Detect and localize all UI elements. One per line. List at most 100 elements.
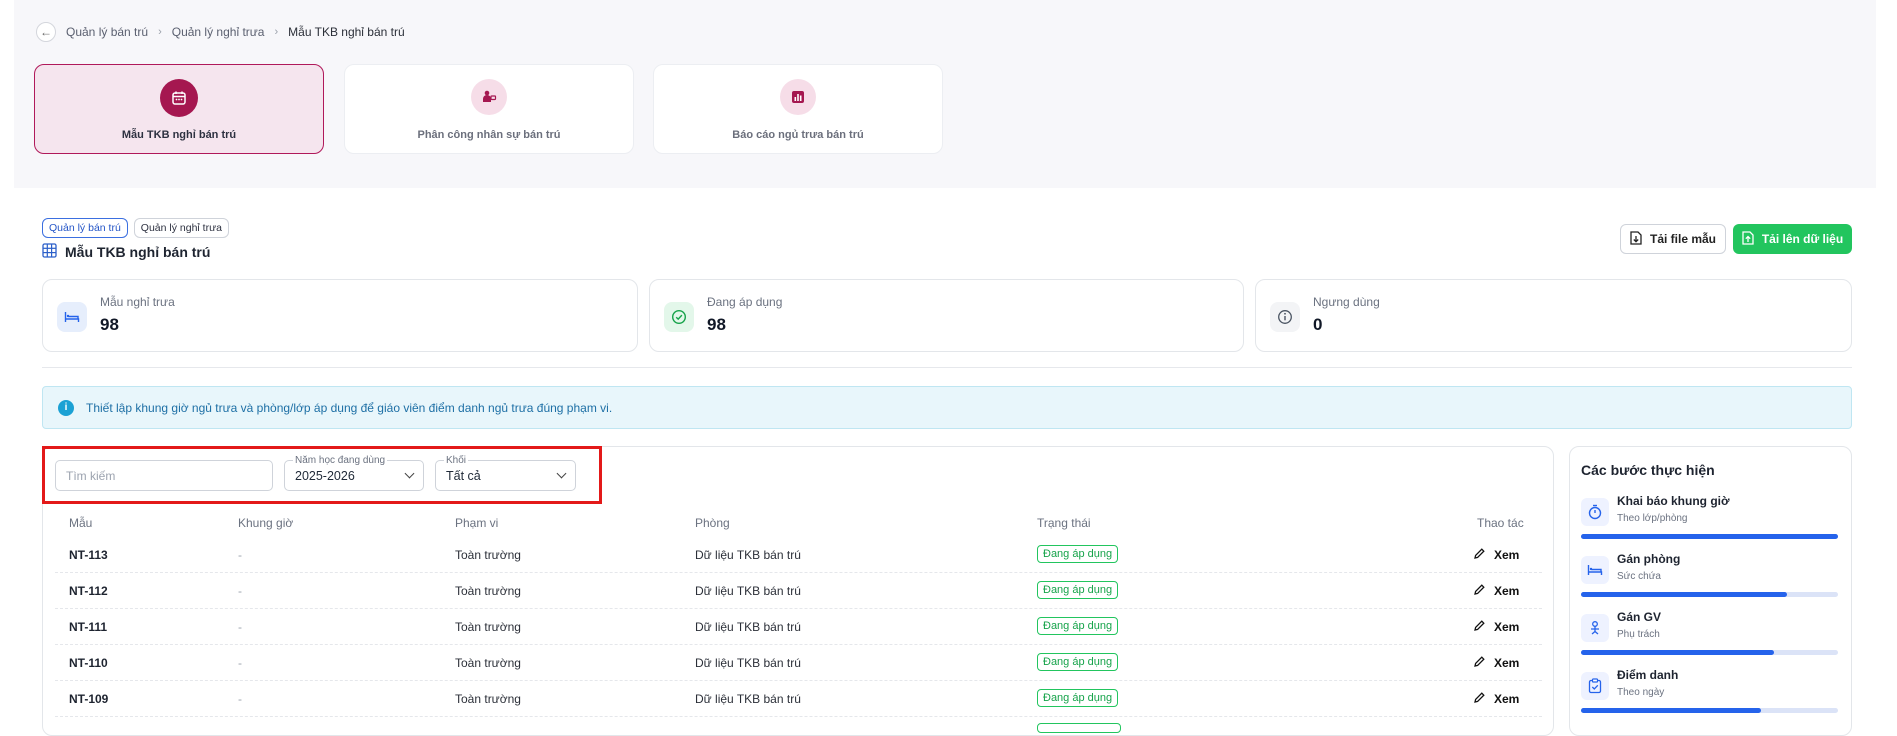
status-badge: Đang áp dụng [1037, 581, 1119, 599]
stat-card-templates: Mẫu nghỉ trưa 98 [42, 279, 638, 352]
stat-value: 98 [707, 315, 726, 334]
pencil-icon [1473, 691, 1486, 707]
row-room: Dữ liệu TKB bán trú [695, 656, 801, 670]
column-header-template[interactable]: Mẫu [69, 516, 92, 530]
row-time: - [238, 548, 242, 562]
bed-icon [57, 302, 87, 332]
view-button[interactable]: Xem [1473, 547, 1519, 563]
steps-title: Các bước thực hiện [1581, 462, 1715, 478]
school-year-select[interactable]: Năm học đang dùng 2025-2026 [284, 455, 424, 491]
pencil-icon [1473, 655, 1486, 671]
teacher-icon [1581, 614, 1609, 642]
row-room: Dữ liệu TKB bán trú [695, 548, 801, 562]
status-badge: Đang áp dụng [1037, 653, 1119, 671]
step-progress [1581, 650, 1838, 655]
step-sub: Theo lớp/phòng [1617, 513, 1688, 524]
row-code: NT-110 [69, 656, 108, 670]
table-row[interactable]: NT-111 - Toàn trường Dữ liệu TKB bán trú… [55, 609, 1542, 645]
upload-data-button[interactable]: Tải lên dữ liệu [1733, 224, 1852, 254]
row-time: - [238, 620, 242, 634]
row-room: Dữ liệu TKB bán trú [695, 692, 801, 706]
view-button[interactable]: Xem [1473, 655, 1519, 671]
column-header-room[interactable]: Phòng [695, 516, 730, 530]
info-icon: i [58, 399, 74, 416]
row-scope: Toàn trường [455, 692, 521, 706]
school-year-label: Năm học đang dùng [293, 455, 388, 466]
table-row[interactable]: NT-109 - Toàn trường Dữ liệu TKB bán trú… [55, 681, 1542, 717]
status-badge: Đang áp dụng [1037, 617, 1119, 635]
nav-card-label: Phân công nhân sự bán trú [417, 129, 561, 141]
step-name: Điểm danh [1617, 668, 1679, 682]
file-upload-icon [1742, 230, 1754, 248]
pencil-icon [1473, 547, 1486, 563]
column-header-time[interactable]: Khung giờ [238, 516, 293, 530]
breadcrumb-item[interactable]: Quản lý nghỉ trưa [172, 25, 265, 39]
view-button[interactable]: Xem [1473, 583, 1519, 599]
chevron-right-icon: › [274, 26, 279, 38]
back-arrow-icon[interactable]: ← [36, 22, 56, 42]
table-row[interactable]: NT-113 - Toàn trường Dữ liệu TKB bán trú… [55, 537, 1542, 573]
view-label: Xem [1494, 584, 1520, 598]
row-time: - [238, 656, 242, 670]
stat-label: Mẫu nghỉ trưa [100, 295, 175, 309]
row-scope: Toàn trường [455, 656, 521, 670]
upload-data-label: Tải lên dữ liệu [1761, 232, 1844, 246]
table-grid-icon [42, 243, 57, 261]
step-item: Khai báo khung giờ Theo lớp/phòng [1581, 492, 1838, 550]
grade-select[interactable]: Khối Tất cả [435, 455, 576, 491]
table-row[interactable]: NT-110 - Toàn trường Dữ liệu TKB bán trú… [55, 645, 1542, 681]
search-input[interactable] [55, 460, 273, 491]
stat-value: 0 [1313, 315, 1323, 334]
column-header-status[interactable]: Trạng thái [1037, 516, 1091, 530]
row-code: NT-109 [69, 692, 109, 706]
view-button[interactable]: Xem [1473, 691, 1519, 707]
step-item: Điểm danh Theo ngày [1581, 666, 1838, 724]
bed-icon [1581, 556, 1609, 584]
chevron-down-icon [404, 468, 415, 479]
calendar-icon [160, 79, 198, 117]
step-progress [1581, 534, 1838, 539]
chevron-right-icon: › [158, 26, 162, 38]
nav-card-staff[interactable]: Phân công nhân sự bán trú [344, 64, 634, 154]
status-badge-partial [1037, 723, 1121, 733]
breadcrumb-item-current: Mẫu TKB nghỉ bán trú [288, 25, 405, 39]
step-item: Gán GV Phụ trách [1581, 608, 1838, 666]
row-time: - [238, 584, 242, 598]
stat-label: Đang áp dụng [707, 295, 783, 309]
chip-module[interactable]: Quản lý bán trú [42, 218, 128, 238]
divider [42, 367, 1852, 368]
breadcrumb: ← Quản lý bán trú › Quản lý nghỉ trưa › … [36, 22, 405, 42]
step-sub: Theo ngày [1617, 687, 1665, 698]
view-label: Xem [1494, 620, 1520, 634]
status-badge: Đang áp dụng [1037, 689, 1119, 707]
stat-value: 98 [100, 315, 119, 334]
grade-value: Tất cả [446, 468, 481, 483]
column-header-scope[interactable]: Phạm vi [455, 516, 498, 530]
step-name: Gán GV [1617, 610, 1662, 624]
stat-card-active: Đang áp dụng 98 [649, 279, 1244, 352]
nav-card-report[interactable]: Báo cáo ngủ trưa bán trú [653, 64, 943, 154]
breadcrumb-item[interactable]: Quản lý bán trú [66, 25, 148, 39]
pencil-icon [1473, 583, 1486, 599]
info-circle-icon [1270, 302, 1300, 332]
view-button[interactable]: Xem [1473, 619, 1519, 635]
chip-submodule[interactable]: Quản lý nghỉ trưa [133, 218, 229, 238]
view-label: Xem [1494, 548, 1520, 562]
table-row[interactable]: NT-112 - Toàn trường Dữ liệu TKB bán trú… [55, 573, 1542, 609]
clipboard-check-icon [1581, 672, 1609, 700]
step-sub: Sức chứa [1617, 571, 1661, 582]
stat-card-inactive: Ngưng dùng 0 [1255, 279, 1852, 352]
step-name: Gán phòng [1617, 552, 1681, 566]
staff-icon [471, 79, 507, 115]
report-chart-icon [780, 79, 816, 115]
step-name: Khai báo khung giờ [1617, 494, 1730, 508]
step-progress [1581, 592, 1838, 597]
info-banner-text: Thiết lập khung giờ ngủ trưa và phòng/lớ… [86, 400, 613, 415]
download-template-button[interactable]: Tải file mẫu [1620, 224, 1726, 254]
school-year-value: 2025-2026 [295, 468, 355, 483]
nav-card-schedule[interactable]: Mẫu TKB nghỉ bán trú [34, 64, 324, 154]
stat-label: Ngưng dùng [1313, 295, 1380, 309]
grade-label: Khối [444, 455, 469, 466]
row-code: NT-112 [69, 584, 108, 598]
row-room: Dữ liệu TKB bán trú [695, 620, 801, 634]
